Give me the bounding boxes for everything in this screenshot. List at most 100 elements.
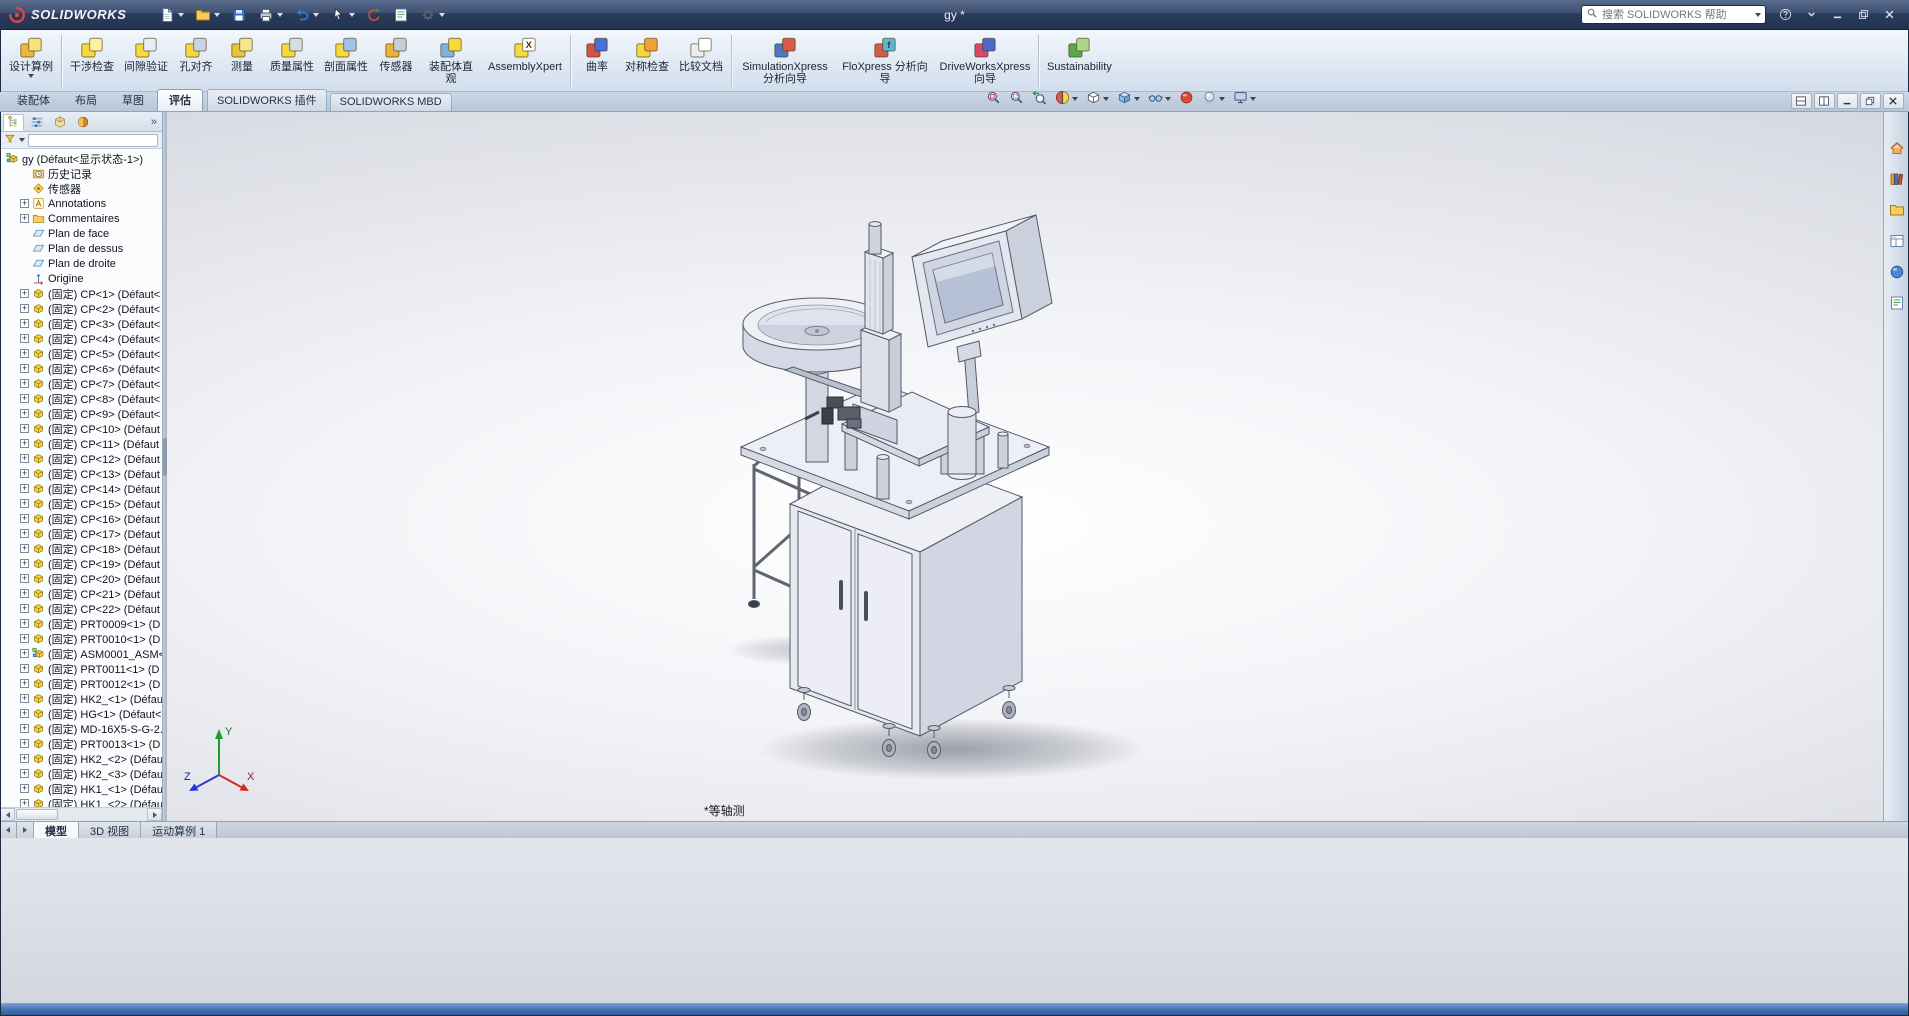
interference-detection-button[interactable]: 干涉检查 — [65, 32, 119, 90]
print-document-button[interactable] — [254, 5, 287, 25]
model-tab-motion-study-1[interactable]: 运动算例 1 — [141, 822, 217, 838]
measure-button[interactable]: 测量 — [219, 32, 265, 90]
simulationxpress-wizard-button[interactable]: SimulationXpress 分析向导 — [735, 32, 835, 90]
tree-item[interactable]: Plan de dessus — [0, 241, 162, 256]
expand-toggle[interactable]: + — [20, 799, 29, 807]
expand-toggle[interactable]: + — [20, 289, 29, 298]
expand-toggle[interactable]: + — [20, 499, 29, 508]
help-search-box[interactable] — [1581, 5, 1766, 24]
mass-properties-button[interactable]: 质量属性 — [265, 32, 319, 90]
tree-item[interactable]: +(固定) CP<10> (Défaut — [0, 421, 162, 436]
cabinet-door-right[interactable] — [858, 534, 912, 729]
model-tab-3d-views[interactable]: 3D 视图 — [79, 822, 141, 838]
model-tabs-scroll-right[interactable] — [17, 822, 34, 838]
save-document-button[interactable] — [227, 5, 251, 25]
tree-item[interactable]: Plan de face — [0, 226, 162, 241]
tree-item[interactable]: +(固定) CP<7> (Défaut< — [0, 376, 162, 391]
expand-toggle[interactable]: + — [20, 634, 29, 643]
tree-item[interactable]: +(固定) CP<22> (Défaut — [0, 601, 162, 616]
file-properties-button[interactable] — [389, 5, 413, 25]
tree-root-item[interactable]: gy (Défaut<显示状态-1>) — [0, 151, 162, 166]
display-style-button[interactable] — [1115, 89, 1142, 109]
driveworksxpress-wizard-button[interactable]: DriveWorksXpress 向导 — [935, 32, 1035, 90]
assembly-model[interactable] — [167, 112, 1883, 821]
options-button[interactable] — [416, 5, 449, 25]
tree-item[interactable]: 传感器 — [0, 181, 162, 196]
expand-toggle[interactable]: + — [20, 589, 29, 598]
expand-toggle[interactable]: + — [20, 784, 29, 793]
zoom-area-button[interactable] — [1007, 89, 1026, 109]
tree-item[interactable]: +(固定) CP<5> (Défaut< — [0, 346, 162, 361]
expand-toggle[interactable]: + — [20, 454, 29, 463]
close-button[interactable] — [1877, 6, 1901, 24]
expand-toggle[interactable]: + — [20, 439, 29, 448]
expand-toggle[interactable]: + — [20, 709, 29, 718]
edit-appearance-button[interactable] — [1177, 89, 1196, 109]
select-button[interactable] — [326, 5, 359, 25]
tree-item[interactable]: +(固定) HK2_<3> (Défau — [0, 766, 162, 781]
expand-toggle[interactable]: + — [20, 469, 29, 478]
scroll-right-arrow[interactable] — [147, 808, 162, 821]
section-properties-button[interactable]: 剖面属性 — [319, 32, 373, 90]
expand-toggle[interactable]: + — [20, 559, 29, 568]
expand-toggle[interactable]: + — [20, 604, 29, 613]
expand-toggle[interactable]: + — [20, 199, 29, 208]
model-tabs-scroll-left[interactable] — [0, 822, 17, 838]
tree-item[interactable]: +(固定) ASM0001_ASM< — [0, 646, 162, 661]
help-button[interactable] — [1773, 6, 1797, 24]
featuremanager-tab[interactable] — [3, 114, 24, 131]
expand-toggle[interactable]: + — [20, 514, 29, 523]
tree-item[interactable]: +(固定) MD-16X5-S-G-2. — [0, 721, 162, 736]
expand-toggle[interactable]: + — [20, 679, 29, 688]
symmetry-check-button[interactable]: 对称检查 — [620, 32, 674, 90]
apply-scene-button[interactable] — [1200, 89, 1227, 109]
tree-item[interactable]: +(固定) CP<12> (Défaut — [0, 451, 162, 466]
tree-item[interactable]: +(固定) CP<18> (Défaut — [0, 541, 162, 556]
appearances-scenes-button[interactable] — [1887, 262, 1907, 282]
new-document-button[interactable] — [155, 5, 188, 25]
tree-item[interactable]: +(固定) CP<1> (Défaut< — [0, 286, 162, 301]
restore-document-button[interactable] — [1860, 93, 1881, 109]
view-palette-button[interactable] — [1887, 231, 1907, 251]
minimize-button[interactable] — [1825, 6, 1849, 24]
graphics-viewport[interactable]: Y X Z *等轴测 — [167, 112, 1883, 821]
expand-toggle[interactable]: + — [20, 694, 29, 703]
expand-toggle[interactable]: + — [20, 724, 29, 733]
tree-item[interactable]: +(固定) CP<15> (Défaut — [0, 496, 162, 511]
door-handle-left[interactable] — [839, 580, 843, 610]
undo-button[interactable] — [290, 5, 323, 25]
expand-toggle[interactable]: + — [20, 409, 29, 418]
manager-overflow-chevron[interactable]: » — [151, 116, 159, 128]
tree-item[interactable]: +(固定) HK1_<1> (Défau — [0, 781, 162, 796]
tree-item[interactable]: +(固定) PRT0009<1> (D — [0, 616, 162, 631]
expand-toggle[interactable]: + — [20, 649, 29, 658]
tile-horizontal-button[interactable] — [1791, 93, 1812, 109]
tree-horizontal-scrollbar[interactable] — [0, 807, 162, 821]
expand-toggle[interactable]: + — [20, 349, 29, 358]
tab-layout[interactable]: 布局 — [63, 89, 109, 111]
door-handle-right[interactable] — [864, 591, 868, 621]
machine-assembly[interactable] — [741, 215, 1052, 759]
tree-item[interactable]: +(固定) CP<4> (Défaut< — [0, 331, 162, 346]
hole-alignment-button[interactable]: 孔对齐 — [173, 32, 219, 90]
tree-item[interactable]: +Annotations — [0, 196, 162, 211]
options-expand-button[interactable] — [1799, 6, 1823, 24]
expand-toggle[interactable]: + — [20, 364, 29, 373]
tree-item[interactable]: +(固定) CP<14> (Défaut — [0, 481, 162, 496]
expand-toggle[interactable]: + — [20, 379, 29, 388]
tab-solidworks-mbd[interactable]: SOLIDWORKS MBD — [330, 93, 452, 111]
tree-filter-input[interactable] — [28, 134, 158, 147]
filter-dropdown-arrow[interactable] — [19, 138, 25, 142]
expand-toggle[interactable]: + — [20, 769, 29, 778]
expand-toggle[interactable]: + — [20, 334, 29, 343]
displaymanager-tab[interactable] — [72, 114, 93, 131]
maximize-button[interactable] — [1851, 6, 1875, 24]
tree-item[interactable]: +(固定) CP<11> (Défaut — [0, 436, 162, 451]
tree-item[interactable]: +(固定) CP<2> (Défaut< — [0, 301, 162, 316]
expand-toggle[interactable]: + — [20, 739, 29, 748]
scrollbar-thumb[interactable] — [16, 809, 58, 820]
tree-item[interactable]: +(固定) CP<19> (Défaut — [0, 556, 162, 571]
tree-item[interactable]: 历史记录 — [0, 166, 162, 181]
expand-toggle[interactable]: + — [20, 529, 29, 538]
tree-item[interactable]: +(固定) CP<16> (Défaut — [0, 511, 162, 526]
